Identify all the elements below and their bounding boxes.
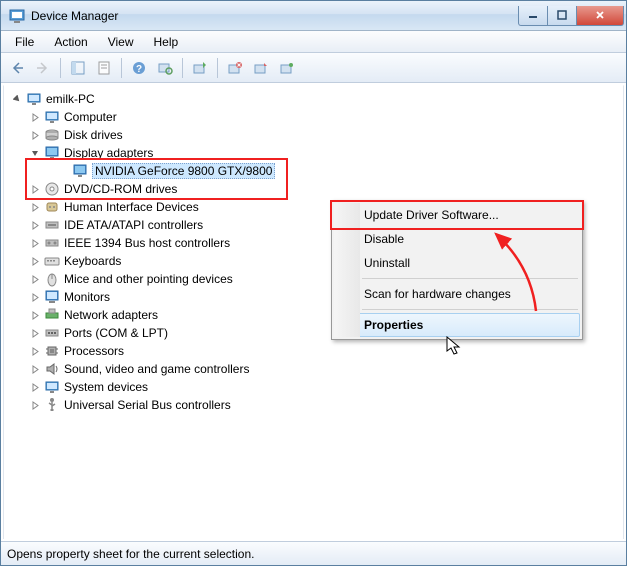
- disk-icon: [44, 127, 60, 143]
- tree-node[interactable]: DVD/CD-ROM drives: [6, 180, 621, 198]
- maximize-button[interactable]: [547, 6, 577, 26]
- tree-node[interactable]: Sound, video and game controllers: [6, 360, 621, 378]
- disable-button[interactable]: [249, 56, 273, 80]
- computer-icon: [44, 109, 60, 125]
- expand-icon[interactable]: [28, 128, 42, 142]
- dvd-icon: [44, 181, 60, 197]
- ctx-disable[interactable]: Disable: [334, 227, 580, 251]
- expand-icon[interactable]: [28, 362, 42, 376]
- cpu-icon: [44, 343, 60, 359]
- menu-action[interactable]: Action: [46, 33, 95, 51]
- tree-node-label: Computer: [64, 110, 117, 124]
- svg-text:?: ?: [136, 64, 142, 75]
- enable-button[interactable]: [275, 56, 299, 80]
- expand-icon[interactable]: [28, 344, 42, 358]
- tree-node-label: Display adapters: [64, 146, 153, 160]
- tree-node-label: System devices: [64, 380, 148, 394]
- device-manager-window: Device Manager File Action View Help ?: [0, 0, 627, 566]
- ieee-icon: [44, 235, 60, 251]
- usb-icon: [44, 397, 60, 413]
- tree-node[interactable]: NVIDIA GeForce 9800 GTX/9800: [6, 162, 621, 180]
- tree-node[interactable]: Display adapters: [6, 144, 621, 162]
- port-icon: [44, 325, 60, 341]
- tree-node-label: Ports (COM & LPT): [64, 326, 168, 340]
- context-menu: Update Driver Software... Disable Uninst…: [331, 200, 583, 340]
- computer-icon: [26, 91, 42, 107]
- statusbar: Opens property sheet for the current sel…: [1, 541, 626, 565]
- tree-node[interactable]: Universal Serial Bus controllers: [6, 396, 621, 414]
- tree-node-label: NVIDIA GeForce 9800 GTX/9800: [92, 163, 275, 179]
- expand-icon[interactable]: [28, 308, 42, 322]
- tree-node-label: Human Interface Devices: [64, 200, 199, 214]
- menubar: File Action View Help: [1, 31, 626, 53]
- network-icon: [44, 307, 60, 323]
- window-controls: [519, 6, 624, 26]
- minimize-button[interactable]: [518, 6, 548, 26]
- tree-node-label: Keyboards: [64, 254, 121, 268]
- mouse-icon: [44, 271, 60, 287]
- expand-icon[interactable]: [28, 182, 42, 196]
- scan-hardware-button[interactable]: [153, 56, 177, 80]
- show-hide-tree-button[interactable]: [66, 56, 90, 80]
- tree-node[interactable]: Processors: [6, 342, 621, 360]
- expand-icon[interactable]: [28, 200, 42, 214]
- expand-icon[interactable]: [28, 398, 42, 412]
- tree-node-label: Universal Serial Bus controllers: [64, 398, 231, 412]
- tree-node-label: IDE ATA/ATAPI controllers: [64, 218, 203, 232]
- statusbar-text: Opens property sheet for the current sel…: [7, 547, 254, 561]
- tree-node[interactable]: System devices: [6, 378, 621, 396]
- window-title: Device Manager: [31, 9, 118, 23]
- expand-icon[interactable]: [28, 380, 42, 394]
- expand-icon[interactable]: [28, 272, 42, 286]
- monitor-icon: [44, 289, 60, 305]
- tree-node-label: Monitors: [64, 290, 110, 304]
- system-icon: [44, 379, 60, 395]
- tree-node-label: Processors: [64, 344, 124, 358]
- expand-icon[interactable]: [28, 110, 42, 124]
- keyboard-icon: [44, 253, 60, 269]
- tree-root[interactable]: emilk-PC: [6, 90, 621, 108]
- close-button[interactable]: [576, 6, 624, 26]
- tree-node[interactable]: Computer: [6, 108, 621, 126]
- app-icon: [9, 8, 25, 24]
- toolbar: ?: [1, 53, 626, 83]
- titlebar[interactable]: Device Manager: [1, 1, 626, 31]
- tree-node-label: Network adapters: [64, 308, 158, 322]
- ctx-update-driver[interactable]: Update Driver Software...: [334, 203, 580, 227]
- tree-node-label: Disk drives: [64, 128, 123, 142]
- menu-help[interactable]: Help: [146, 33, 187, 51]
- tree-node-label: Mice and other pointing devices: [64, 272, 233, 286]
- tree-node-label: IEEE 1394 Bus host controllers: [64, 236, 230, 250]
- tree-root-label: emilk-PC: [46, 92, 95, 106]
- expand-icon[interactable]: [28, 290, 42, 304]
- hid-icon: [44, 199, 60, 215]
- collapse-icon[interactable]: [10, 92, 24, 106]
- tree-node[interactable]: Disk drives: [6, 126, 621, 144]
- forward-button[interactable]: [31, 56, 55, 80]
- help-button[interactable]: ?: [127, 56, 151, 80]
- display-icon: [44, 145, 60, 161]
- expand-icon[interactable]: [28, 254, 42, 268]
- ctx-properties[interactable]: Properties: [334, 313, 580, 337]
- ctx-uninstall[interactable]: Uninstall: [334, 251, 580, 275]
- properties-button[interactable]: [92, 56, 116, 80]
- ide-icon: [44, 217, 60, 233]
- collapse-icon[interactable]: [28, 146, 42, 160]
- expand-icon[interactable]: [28, 236, 42, 250]
- update-driver-button[interactable]: [188, 56, 212, 80]
- expand-icon[interactable]: [28, 218, 42, 232]
- display-icon: [72, 163, 88, 179]
- back-button[interactable]: [5, 56, 29, 80]
- menu-file[interactable]: File: [7, 33, 42, 51]
- ctx-scan-hardware[interactable]: Scan for hardware changes: [334, 282, 580, 306]
- sound-icon: [44, 361, 60, 377]
- menu-view[interactable]: View: [100, 33, 142, 51]
- uninstall-button[interactable]: [223, 56, 247, 80]
- expand-icon[interactable]: [28, 326, 42, 340]
- tree-node-label: Sound, video and game controllers: [64, 362, 249, 376]
- tree-node-label: DVD/CD-ROM drives: [64, 182, 177, 196]
